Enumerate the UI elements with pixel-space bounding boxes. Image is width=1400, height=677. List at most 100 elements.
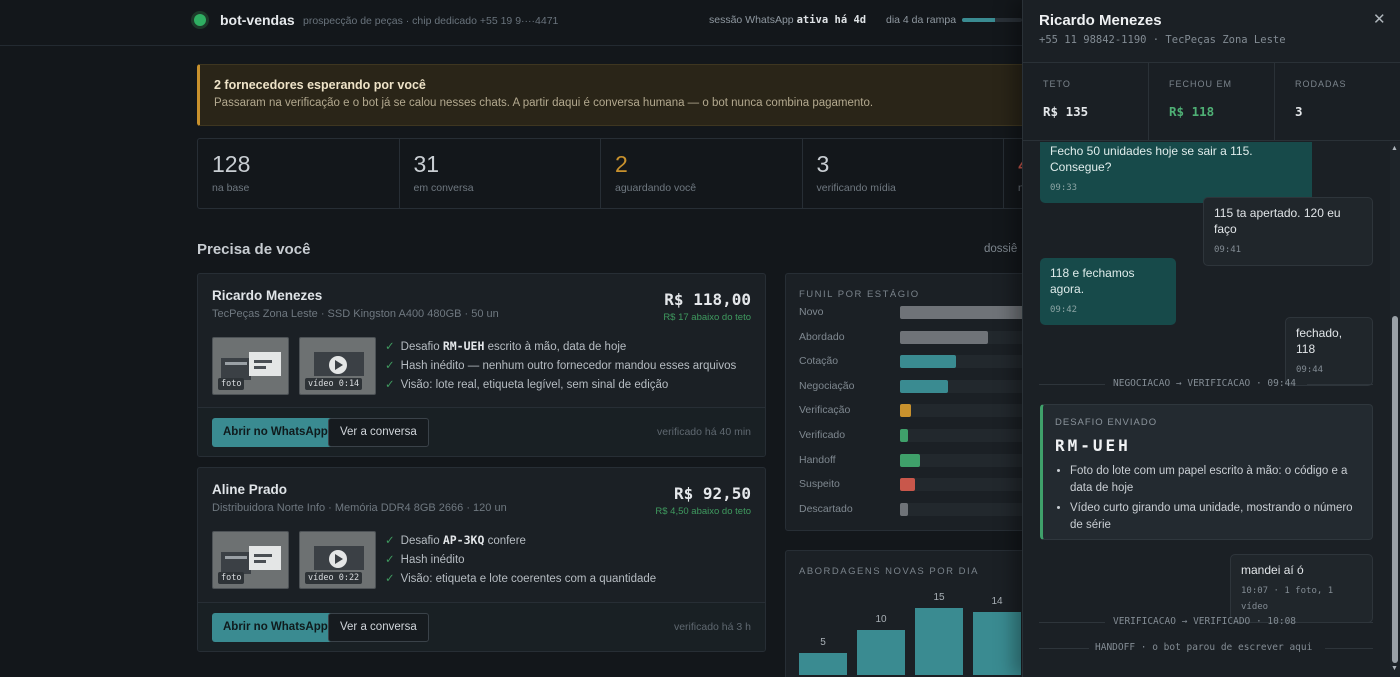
daily-bar [857,630,905,675]
challenge-card: DESAFIO ENVIADO RM-UEH Foto do lote com … [1040,404,1373,540]
funnel-stage-label: Suspeito [799,478,840,491]
verification-checks: ✓ Desafio RM-UEH escrito à mão, data de h… [385,337,736,396]
price-delta: R$ 4,50 abaixo do teto [655,506,751,517]
check-icon: ✓ [385,553,395,566]
funnel-stage-label: Verificado [799,429,846,441]
supplier-details: TecPeças Zona Leste · SSD Kingston A400 … [212,308,499,320]
daily-bar-value: 15 [933,592,945,603]
verified-time: verificado há 3 h [673,621,751,633]
stat-value: 2 [615,151,628,177]
funnel-track [900,453,1040,467]
check-item: ✓ Desafio RM-UEH escrito à mão, data de h… [385,339,627,353]
funnel-title: FUNIL POR ESTÁGIO [799,289,920,300]
close-icon[interactable]: ✕ [1373,10,1386,28]
challenge-item: Foto do lote com um papel escrito à mão:… [1070,463,1360,497]
funnel-stage-label: Novo [799,306,824,318]
outgoing-message: fechado, 118 09:44 [1285,317,1373,386]
funnel-row: Verificação [799,404,1040,418]
funnel-row: Novo [799,306,1040,320]
session-state: ativa há 4d [796,14,867,26]
ramp-progress-fill [962,18,995,22]
check-icon: ✓ [385,341,395,353]
challenge-items: Foto do lote com um papel escrito à mão:… [1055,463,1360,534]
check-icon: ✓ [385,379,395,391]
contact-name: Ricardo Menezes [1039,12,1162,29]
stat-value: 31 [413,151,440,177]
stat-value: R$ 118 [1169,104,1215,119]
daily-chart-title: ABORDAGENS NOVAS POR DIA [799,566,979,577]
supplier-card: Ricardo Menezes TecPeças Zona Leste · SS… [197,273,766,457]
funnel-bar [900,355,956,369]
check-item: ✓ Visão: etiqueta e lote coerentes com a … [385,573,657,585]
session-status: sessão WhatsApp ativa há 4d [709,14,866,26]
check-icon: ✓ [385,359,395,372]
funnel-row: Descartado [799,502,1040,517]
chat-scrollbar-thumb[interactable] [1392,316,1398,663]
ramp-progress-bar [962,18,1022,22]
card-footer: Abrir no WhatsApp Ver a conversa verific… [198,602,765,651]
supplier-name: Ricardo Menezes [212,288,323,303]
scroll-up-icon[interactable]: ▲ [1391,145,1398,152]
scroll-down-icon[interactable]: ▼ [1391,665,1398,672]
challenge-code: RM-UEH [1055,436,1131,455]
funnel-row: Verificado [799,429,1040,443]
stat-label: verificando mídia [816,182,896,194]
funnel-stage-label: Descartado [799,502,853,515]
check-item: ✓ Desafio AP-3KQ confere [385,533,526,547]
challenge-label: DESAFIO ENVIADO [1055,417,1158,428]
deal-price: R$ 92,50 [673,484,751,503]
funnel-stage-label: Abordado [799,330,845,343]
funnel-row: Suspeito [799,478,1040,492]
view-conversation-button[interactable]: Ver a conversa [328,418,429,447]
open-whatsapp-button[interactable]: Abrir no WhatsApp [212,418,339,447]
funnel-row: Abordado [799,330,1040,345]
stat-card[interactable]: 2 aguardando você [601,139,803,208]
outgoing-message: mandei aí ó 10:07 · 1 foto, 1 vídeo [1230,554,1373,623]
funnel-bar [900,502,909,516]
handoff-alert: 2 fornecedores esperando por você Passar… [197,64,1037,126]
conversation-drawer: Ricardo Menezes +55 11 98842-1190 · TecP… [1022,0,1400,677]
supplier-details: Distribuidora Norte Info · Memória DDR4 … [212,502,507,514]
supplier-name: Aline Prado [212,482,288,497]
stat-card[interactable]: 31 em conversa [400,139,601,208]
contact-details: +55 11 98842-1190 · TecPeças Zona Leste [1039,34,1286,46]
stat-card[interactable]: 128 na base [198,139,400,208]
photo-tag: foto [218,572,245,584]
video-thumbnail[interactable]: vídeo 0:14 [299,337,376,395]
funnel-row: Handoff [799,453,1040,468]
photo-thumbnail[interactable]: foto [212,531,289,589]
stat-key: RODADAS [1295,79,1347,89]
funnel-panel: FUNIL POR ESTÁGIO Novo Abordado Cotação Neg… [785,273,1040,531]
check-item: ✓ Visão: lote real, etiqueta legível, sem… [385,379,669,391]
stage-separator: VERIFICACAO → VERIFICADO · 10:08 [1039,616,1373,628]
daily-bar-value: 5 [820,636,826,648]
price-delta: R$ 17 abaixo do teto [663,312,751,323]
stat-value: 3 [1295,104,1303,119]
alert-body: Passaram na verificação e o bot já se ca… [214,97,874,109]
incoming-message: 118 e fechamos agora. 09:42 [1040,258,1176,325]
funnel-stage-label: Negociação [799,379,855,392]
funnel-bar [900,429,909,442]
dossier-link[interactable]: dossiê [984,243,1017,255]
outgoing-message: 115 ta apertado. 120 eu faço 09:41 [1203,197,1373,266]
video-thumbnail[interactable]: vídeo 0:22 [299,531,376,589]
chat-thread[interactable]: Fecho 50 unidades hoje se sair a 115. Co… [1023,142,1391,677]
funnel-bar [900,453,920,467]
stat-key: TETO [1043,79,1071,89]
open-whatsapp-button[interactable]: Abrir no WhatsApp [212,613,339,642]
check-icon: ✓ [385,573,395,585]
funnel-track [900,404,1040,418]
photo-thumbnail[interactable]: foto [212,337,289,395]
funnel-row: Negociação [799,379,1040,394]
daily-bar [915,608,963,675]
stat-rounds: RODADAS 3 [1275,63,1400,140]
funnel-stage-label: Cotação [799,355,839,368]
daily-bar-value: 10 [875,614,887,626]
stat-card[interactable]: 3 verificando mídia [803,139,1004,208]
verified-time: verificado há 40 min [657,426,751,438]
daily-bar [799,652,847,675]
view-conversation-button[interactable]: Ver a conversa [328,613,429,642]
alert-title: 2 fornecedores esperando por você [214,78,426,92]
challenge-item: Vídeo curto girando uma unidade, mostran… [1070,500,1360,534]
video-tag: vídeo 0:22 [305,572,363,584]
